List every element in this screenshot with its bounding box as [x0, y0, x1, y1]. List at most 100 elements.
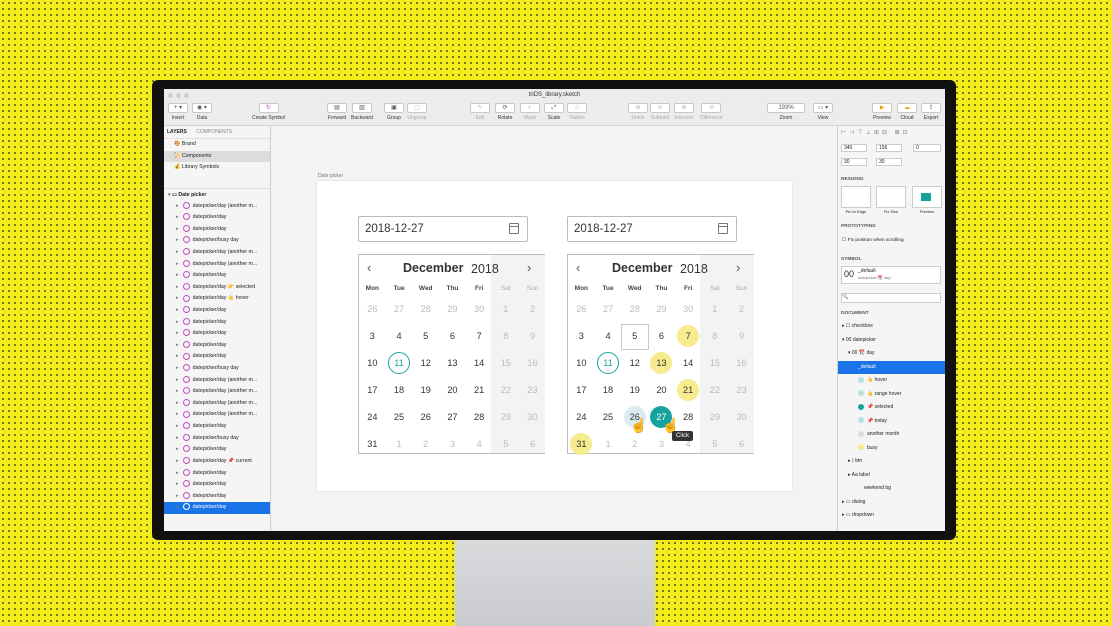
day-cell[interactable]: 26	[412, 407, 439, 427]
height-field[interactable]: 30	[876, 158, 902, 166]
layer-row[interactable]: ▸ datepicker/day (another m...	[164, 247, 270, 259]
tree-item-selected[interactable]: 📌 selected	[838, 401, 945, 415]
day-cell[interactable]: 30	[675, 299, 702, 319]
day-cell[interactable]: 18	[386, 380, 413, 400]
artboard[interactable]: 2018-12-27 ‹ December 2018 › Mon Tue Wed Th…	[317, 181, 792, 491]
day-cell[interactable]: 1	[386, 434, 413, 454]
day-cell[interactable]: 23	[728, 380, 755, 400]
layer-row[interactable]: ▸ datepicker/busy day	[164, 433, 270, 445]
tree-item-range-hover[interactable]: 👆 range hover	[838, 388, 945, 402]
day-cell[interactable]: 1	[493, 299, 520, 319]
tree-item-busy[interactable]: busy	[838, 442, 945, 456]
day-cell[interactable]: 17	[568, 380, 595, 400]
day-cell[interactable]: 28	[412, 299, 439, 319]
calendar-icon[interactable]	[718, 223, 728, 234]
page-item-library-symbols[interactable]: 💰 Library Symbols	[164, 162, 270, 174]
disclosure-icon[interactable]: ▸	[176, 435, 179, 441]
layer-row[interactable]: ▸ datepicker/day (another m...	[164, 201, 270, 213]
layer-row[interactable]: ▸ datepicker/day	[164, 224, 270, 236]
tree-item-datepicker[interactable]: ▾ 00 datepicker	[838, 334, 945, 348]
union-button[interactable]: ⊕ Union	[628, 103, 648, 121]
disclosure-icon[interactable]: ▸	[176, 330, 179, 336]
tree-item-hover[interactable]: 👆 hover	[838, 374, 945, 388]
day-cell[interactable]: 29	[493, 407, 520, 427]
day-cell[interactable]: 14	[466, 353, 493, 373]
day-cell[interactable]: 31	[359, 434, 386, 454]
tree-item-label[interactable]: ▸ Aa label	[838, 469, 945, 483]
disclosure-icon[interactable]: ▸	[176, 388, 179, 394]
disclosure-icon[interactable]: ▸	[176, 353, 179, 359]
zoom-window-button[interactable]	[184, 93, 189, 98]
day-cell[interactable]: 25	[595, 407, 622, 427]
date-input-right[interactable]: 2018-12-27	[567, 216, 737, 242]
day-cell[interactable]: 29	[648, 299, 675, 319]
layer-row[interactable]: ▸ datepicker/day	[164, 468, 270, 480]
layer-row[interactable]: ▸ datepicker/day	[164, 340, 270, 352]
layer-row[interactable]: ▸ datepicker/day (another m...	[164, 375, 270, 387]
disclosure-icon[interactable]: ▸	[176, 226, 179, 232]
backward-button[interactable]: ▥ Backward	[351, 103, 373, 121]
zoom-value[interactable]: 193%	[767, 103, 805, 113]
day-cell[interactable]: 24	[568, 407, 595, 427]
day-cell[interactable]: 30	[466, 299, 493, 319]
day-cell[interactable]: 27	[439, 407, 466, 427]
day-cell[interactable]: 26	[568, 299, 595, 319]
day-cell[interactable]: 2	[519, 299, 546, 319]
day-cell[interactable]: 11	[595, 353, 622, 373]
data-button[interactable]: ◉ ▾ Data	[192, 103, 212, 121]
disclosure-icon[interactable]: ▸	[176, 342, 179, 348]
day-cell[interactable]: 4	[386, 326, 413, 346]
layer-row[interactable]: ▸ datepicker/day 👉 selected	[164, 282, 270, 294]
disclosure-icon[interactable]: ▸	[176, 295, 179, 301]
day-cell[interactable]: 2	[728, 299, 755, 319]
tree-item-weekend-bg[interactable]: weekend bg	[838, 482, 945, 496]
day-cell[interactable]: 17	[359, 380, 386, 400]
symbol-picker[interactable]: 00 _default datepicker/📆 day/	[841, 266, 941, 284]
date-input-left[interactable]: 2018-12-27	[358, 216, 528, 242]
day-cell[interactable]: 1	[595, 434, 622, 454]
day-cell[interactable]: 27	[595, 299, 622, 319]
disclosure-icon[interactable]: ▸	[176, 458, 179, 464]
day-cell[interactable]: 12	[621, 353, 648, 373]
rotate-button[interactable]: ⟳ Rotate	[495, 103, 515, 121]
create-symbol-button[interactable]: ↻ Create Symbol	[252, 103, 285, 121]
day-cell[interactable]: 15	[493, 353, 520, 373]
layer-row[interactable]: ▸ datepicker/busy day	[164, 235, 270, 247]
artboard-layer[interactable]: ▾ ▭ Date picker	[164, 187, 270, 201]
export-button[interactable]: ⇪ Export	[921, 103, 941, 121]
day-cell[interactable]: 29	[439, 299, 466, 319]
flatten-button[interactable]: ◇ Flatten	[567, 103, 587, 121]
pin-to-edge-control[interactable]	[841, 186, 871, 208]
close-window-button[interactable]	[168, 93, 173, 98]
layer-row[interactable]: ▸ datepicker/day (another m...	[164, 386, 270, 398]
symbol-search[interactable]: 🔍	[841, 293, 941, 303]
fix-size-control[interactable]	[876, 186, 906, 208]
layer-row[interactable]: ▸ datepicker/day (another m...	[164, 259, 270, 271]
day-cell[interactable]: 3	[359, 326, 386, 346]
disclosure-icon[interactable]: ▸	[176, 446, 179, 452]
layer-row[interactable]: ▸ datepicker/day	[164, 502, 270, 514]
disclosure-icon[interactable]: ▸	[176, 411, 179, 417]
day-cell[interactable]: 7	[466, 326, 493, 346]
day-cell[interactable]: 6	[648, 326, 675, 346]
y-field[interactable]: 156	[876, 144, 902, 152]
day-cell[interactable]: 8	[702, 326, 729, 346]
next-month-icon[interactable]: ›	[527, 261, 531, 275]
day-cell[interactable]: 12	[412, 353, 439, 373]
disclosure-icon[interactable]: ▸	[176, 400, 179, 406]
minimize-window-button[interactable]	[176, 93, 181, 98]
day-cell[interactable]: 24	[359, 407, 386, 427]
day-cell[interactable]: 13	[439, 353, 466, 373]
day-cell[interactable]: 5	[702, 434, 729, 454]
day-cell[interactable]: 5	[493, 434, 520, 454]
day-cell[interactable]: 3	[648, 434, 675, 454]
layer-row[interactable]: ▸ datepicker/day	[164, 479, 270, 491]
disclosure-icon[interactable]: ▸	[176, 272, 179, 278]
difference-button[interactable]: ⊘ Difference	[700, 103, 723, 121]
day-cell[interactable]: 10	[568, 353, 595, 373]
day-cell[interactable]: 16	[728, 353, 755, 373]
layer-row[interactable]: ▸ datepicker/day	[164, 328, 270, 340]
disclosure-icon[interactable]: ▸	[176, 470, 179, 476]
disclosure-icon[interactable]: ▸	[176, 284, 179, 290]
day-cell[interactable]: 4	[466, 434, 493, 454]
